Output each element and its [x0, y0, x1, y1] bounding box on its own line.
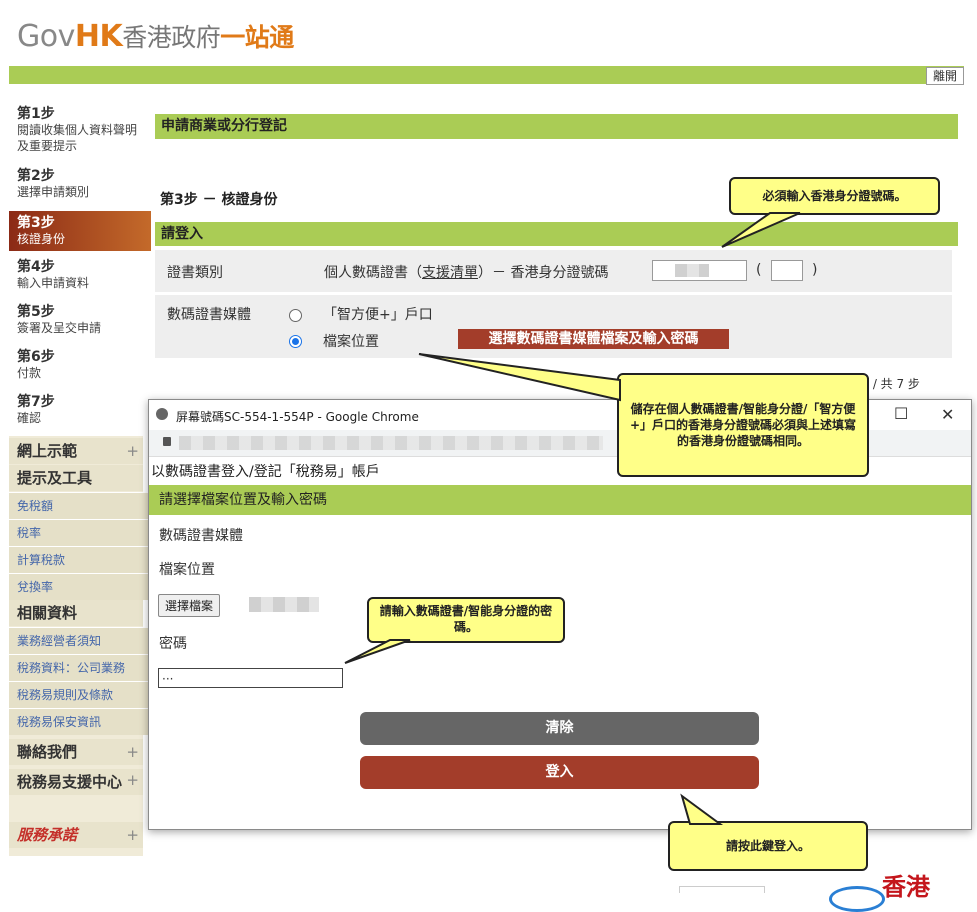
tail-login — [680, 793, 724, 825]
tail-hkid-match — [418, 353, 621, 402]
tail-hkid-required — [721, 212, 801, 248]
callout-tails — [344, 212, 801, 825]
tail-password — [344, 639, 411, 664]
